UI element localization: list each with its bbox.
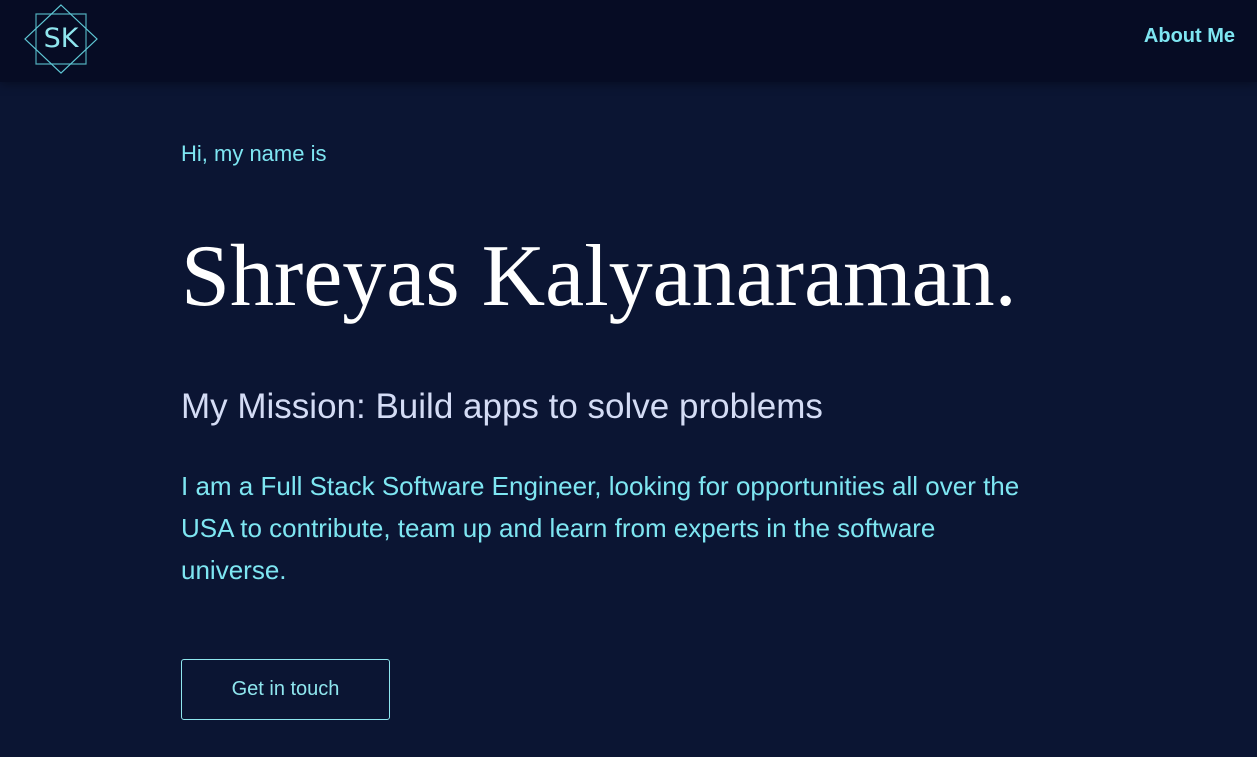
mission-statement: My Mission: Build apps to solve problems xyxy=(181,387,823,426)
logo-text: SK xyxy=(43,23,79,54)
get-in-touch-button[interactable]: Get in touch xyxy=(181,659,390,720)
navbar: SK About Me xyxy=(0,0,1257,82)
greeting-text: Hi, my name is xyxy=(181,141,327,166)
hero-name: Shreyas Kalyanaraman. xyxy=(181,228,1017,325)
nav-link-about-me[interactable]: About Me xyxy=(1144,25,1235,48)
logo[interactable]: SK xyxy=(23,3,99,75)
hero-description: I am a Full Stack Software Engineer, loo… xyxy=(181,471,1020,585)
